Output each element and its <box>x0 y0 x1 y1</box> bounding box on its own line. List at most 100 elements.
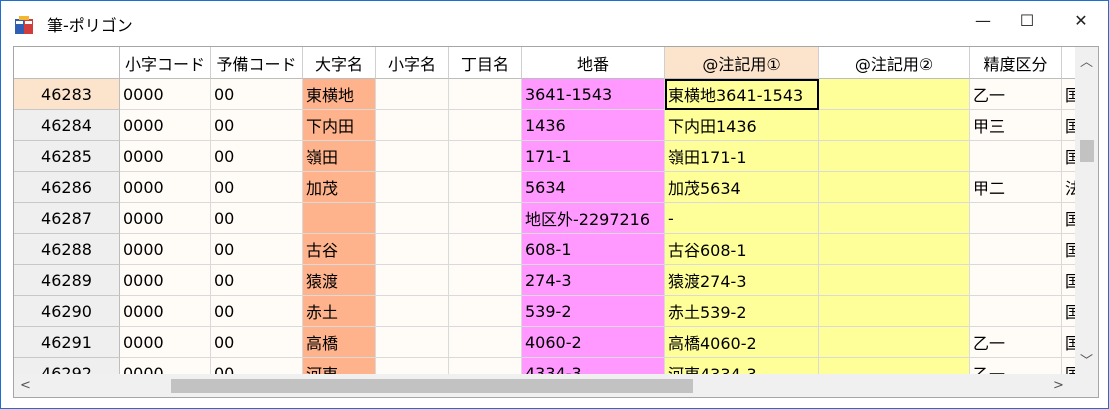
table-cell[interactable]: 608-1 <box>522 234 665 265</box>
table-cell[interactable] <box>819 141 970 172</box>
table-cell[interactable] <box>376 110 449 141</box>
table-cell[interactable]: 下内田1436 <box>665 110 819 141</box>
column-header[interactable]: 小字コード <box>120 47 211 79</box>
table-cell[interactable] <box>449 203 522 234</box>
table-cell[interactable]: 1436 <box>522 110 665 141</box>
table-cell[interactable]: 0000 <box>120 296 211 327</box>
table-cell[interactable]: 00 <box>211 296 303 327</box>
table-cell[interactable]: 539-2 <box>522 296 665 327</box>
column-header[interactable]: 小字名 <box>376 47 449 79</box>
table-cell[interactable]: 赤土539-2 <box>665 296 819 327</box>
table-cell[interactable]: 猿渡274-3 <box>665 265 819 296</box>
table-cell[interactable]: 古谷608-1 <box>665 234 819 265</box>
table-cell[interactable]: 加茂5634 <box>665 172 819 203</box>
table-cell[interactable] <box>449 327 522 358</box>
column-header[interactable]: 丁目名 <box>449 47 522 79</box>
row-header[interactable]: 46288 <box>14 234 120 265</box>
scroll-down-icon[interactable]: ﹀ <box>1075 348 1098 371</box>
table-cell[interactable] <box>376 296 449 327</box>
table-cell[interactable] <box>970 141 1062 172</box>
table-cell[interactable] <box>376 141 449 172</box>
table-cell[interactable]: - <box>665 203 819 234</box>
row-header[interactable]: 46283 <box>14 79 120 110</box>
table-cell[interactable] <box>449 265 522 296</box>
table-cell[interactable]: 00 <box>211 141 303 172</box>
column-header[interactable]: @注記用② <box>819 47 970 79</box>
table-cell[interactable] <box>449 141 522 172</box>
table-cell[interactable]: 00 <box>211 327 303 358</box>
table-cell[interactable] <box>970 234 1062 265</box>
horizontal-scroll-thumb[interactable] <box>171 379 693 393</box>
table-cell[interactable] <box>819 110 970 141</box>
table-cell[interactable]: 00 <box>211 203 303 234</box>
table-cell[interactable]: 甲三 <box>970 110 1062 141</box>
column-header[interactable]: 予備コード <box>211 47 303 79</box>
table-cell[interactable]: 274-3 <box>522 265 665 296</box>
table-cell[interactable]: 0000 <box>120 203 211 234</box>
table-cell[interactable] <box>303 203 376 234</box>
minimize-button[interactable]: — <box>961 5 1005 35</box>
table-cell[interactable] <box>819 172 970 203</box>
table-cell[interactable]: 0000 <box>120 265 211 296</box>
row-header[interactable]: 46291 <box>14 327 120 358</box>
table-cell[interactable]: 地区外-2297216 <box>522 203 665 234</box>
table-cell[interactable]: 乙一 <box>970 79 1062 110</box>
table-cell[interactable] <box>376 203 449 234</box>
table-cell[interactable] <box>819 234 970 265</box>
table-cell[interactable]: 東横地 <box>303 79 376 110</box>
table-cell[interactable]: 嶺田 <box>303 141 376 172</box>
table-cell[interactable]: 赤土 <box>303 296 376 327</box>
table-cell[interactable]: 0000 <box>120 327 211 358</box>
table-cell[interactable]: 00 <box>211 79 303 110</box>
table-cell[interactable]: 0000 <box>120 79 211 110</box>
table-cell[interactable]: 加茂 <box>303 172 376 203</box>
table-cell[interactable] <box>819 327 970 358</box>
table-cell[interactable] <box>970 296 1062 327</box>
row-header[interactable]: 46289 <box>14 265 120 296</box>
table-cell[interactable] <box>376 327 449 358</box>
maximize-button[interactable]: ☐ <box>1005 5 1049 35</box>
table-cell[interactable]: 00 <box>211 234 303 265</box>
row-header[interactable]: 46285 <box>14 141 120 172</box>
scroll-up-icon[interactable]: ︿ <box>1075 49 1098 72</box>
row-header[interactable]: 46284 <box>14 110 120 141</box>
scroll-left-icon[interactable]: < <box>14 374 37 397</box>
table-cell[interactable] <box>819 79 970 110</box>
table-cell[interactable]: 00 <box>211 172 303 203</box>
column-header[interactable]: 精度区分 <box>970 47 1062 79</box>
table-cell[interactable]: 00 <box>211 265 303 296</box>
table-cell[interactable] <box>376 79 449 110</box>
table-cell[interactable]: 4060-2 <box>522 327 665 358</box>
table-cell[interactable]: 5634 <box>522 172 665 203</box>
table-cell[interactable] <box>449 110 522 141</box>
table-cell[interactable] <box>970 203 1062 234</box>
table-cell[interactable]: 乙一 <box>970 327 1062 358</box>
table-cell[interactable]: 3641-1543 <box>522 79 665 110</box>
vertical-scrollbar[interactable]: ︿ ﹀ <box>1075 47 1098 374</box>
table-cell[interactable] <box>449 234 522 265</box>
table-cell[interactable]: 00 <box>211 110 303 141</box>
table-cell[interactable]: 0000 <box>120 110 211 141</box>
table-cell[interactable]: 甲二 <box>970 172 1062 203</box>
column-header[interactable]: @注記用① <box>665 47 819 79</box>
table-cell[interactable] <box>376 172 449 203</box>
row-header[interactable]: 46290 <box>14 296 120 327</box>
horizontal-scrollbar[interactable]: < > <box>14 374 1076 397</box>
table-cell[interactable]: 0000 <box>120 141 211 172</box>
column-header[interactable]: 地番 <box>522 47 665 79</box>
table-cell[interactable]: 171-1 <box>522 141 665 172</box>
table-cell[interactable]: 0000 <box>120 234 211 265</box>
table-cell[interactable]: 下内田 <box>303 110 376 141</box>
column-header[interactable]: 大字名 <box>303 47 376 79</box>
table-cell[interactable] <box>819 265 970 296</box>
table-cell[interactable] <box>819 296 970 327</box>
table-cell[interactable]: 高橋4060-2 <box>665 327 819 358</box>
row-header[interactable]: 46286 <box>14 172 120 203</box>
table-cell[interactable]: 古谷 <box>303 234 376 265</box>
table-cell[interactable] <box>376 265 449 296</box>
table-cell[interactable] <box>449 79 522 110</box>
scroll-right-icon[interactable]: > <box>1047 374 1070 397</box>
table-cell[interactable]: 東横地3641-1543 <box>665 79 819 110</box>
table-cell[interactable]: 嶺田171-1 <box>665 141 819 172</box>
table-cell[interactable] <box>449 296 522 327</box>
